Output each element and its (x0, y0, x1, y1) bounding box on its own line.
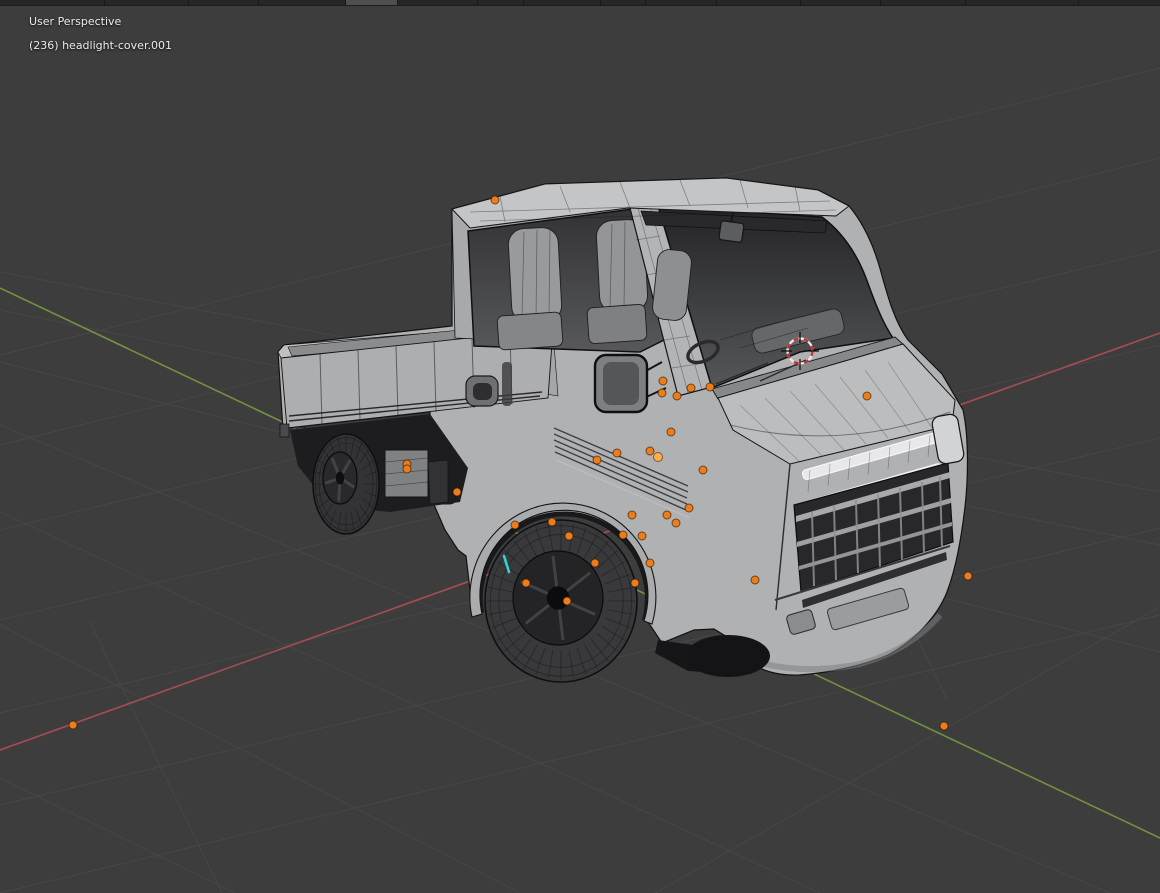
topbar-tab-separator (258, 0, 259, 5)
object-origin-dot[interactable] (658, 389, 666, 397)
topbar-tab-separator (600, 0, 601, 5)
viewport-overlay-text: User Perspective (236) headlight-cover.0… (29, 10, 172, 58)
object-origin-dot[interactable] (593, 456, 601, 464)
object-origin-dot[interactable] (646, 559, 654, 567)
object-origin-dot[interactable] (673, 392, 681, 400)
viewport-3d[interactable] (0, 0, 1160, 893)
topbar-tab-separator (716, 0, 717, 5)
object-origin-dot[interactable] (565, 532, 573, 540)
object-origin-dot[interactable] (453, 488, 461, 496)
object-origin-dot[interactable] (613, 449, 621, 457)
front-wheel[interactable] (485, 520, 637, 682)
active-object-origin-dot[interactable] (654, 453, 663, 462)
topbar-tab-separator (477, 0, 478, 5)
grid-line (0, 778, 235, 893)
topbar-tab-separator (880, 0, 881, 5)
topbar-tab-separator (800, 0, 801, 5)
object-origin-dot[interactable] (646, 447, 654, 455)
object-origin-dot[interactable] (659, 377, 667, 385)
object-origin-dot[interactable] (522, 579, 530, 587)
topbar-tab-separator (345, 0, 346, 5)
object-origin-dot[interactable] (667, 428, 675, 436)
object-origin-dot[interactable] (699, 466, 707, 474)
object-origin-dot[interactable] (491, 196, 499, 204)
topbar-tab-separator (104, 0, 105, 5)
object-origin-dot[interactable] (672, 519, 680, 527)
object-origin-dot[interactable] (563, 597, 571, 605)
grid-line (90, 622, 222, 893)
object-origin-dot[interactable] (663, 511, 671, 519)
topbar-tab-separator (1078, 0, 1079, 5)
topbar-strip[interactable] (0, 0, 1160, 6)
topbar-tab-separator (188, 0, 189, 5)
object-origin-dot[interactable] (863, 392, 871, 400)
topbar-tab-separator (965, 0, 966, 5)
active-object-label: (236) headlight-cover.001 (29, 34, 172, 58)
view-name-label: User Perspective (29, 10, 172, 34)
topbar-tab-separator (397, 0, 398, 5)
object-origin-dot[interactable] (751, 576, 759, 584)
object-origin-dot[interactable] (591, 559, 599, 567)
object-origin-dot[interactable] (964, 572, 972, 580)
object-origin-dot[interactable] (403, 465, 411, 473)
topbar-tab-separator (523, 0, 524, 5)
object-origin-dot[interactable] (511, 521, 519, 529)
object-origin-dot[interactable] (628, 511, 636, 519)
rear-wheel[interactable] (313, 434, 379, 534)
object-origin-dot[interactable] (638, 532, 646, 540)
object-origin-dot[interactable] (548, 518, 556, 526)
topbar-tab-separator (645, 0, 646, 5)
grid-line (0, 625, 520, 893)
object-origin-dot[interactable] (687, 384, 695, 392)
object-origin-dot[interactable] (685, 504, 693, 512)
object-origin-dot[interactable] (940, 722, 948, 730)
topbar-active-tab[interactable] (345, 0, 397, 5)
object-origin-dot[interactable] (706, 383, 714, 391)
object-origin-dot[interactable] (619, 531, 627, 539)
blender-window: User Perspective (236) headlight-cover.0… (0, 0, 1160, 893)
object-origin-dot[interactable] (69, 721, 77, 729)
object-origin-dot[interactable] (631, 579, 639, 587)
